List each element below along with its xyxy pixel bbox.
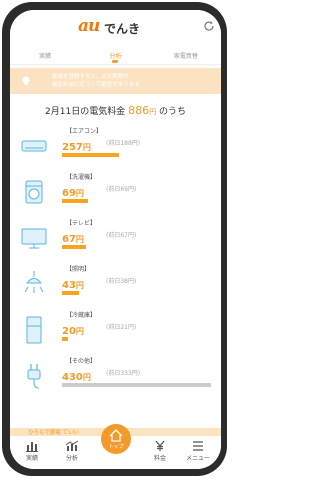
item-name: 【照明】: [66, 266, 91, 273]
au-denki-logo: au でんき: [78, 16, 153, 38]
nav-label: メニュー: [185, 455, 210, 462]
usage-bar: [62, 291, 79, 295]
usage-bar: [62, 245, 86, 249]
yen-icon: [155, 440, 165, 451]
tab-appliance-replace[interactable]: 家電買替: [151, 50, 221, 64]
nav-analysis[interactable]: 分析: [52, 440, 92, 462]
tab-actual[interactable]: 実績: [10, 50, 80, 64]
usage-bar: [62, 153, 119, 157]
bar-chart-icon: [26, 442, 38, 452]
electricity-summary: 2月11日の電気料金 886円 のうち: [10, 104, 221, 117]
item-price: 69円: [62, 188, 84, 199]
usage-bar-track: [62, 291, 212, 295]
item-previous-day: (前日188円): [106, 140, 141, 147]
menu-icon: [193, 441, 203, 451]
summary-amount: 886: [128, 104, 150, 117]
nav-label: トップ: [108, 444, 124, 450]
item-previous-day: (前日333円): [106, 370, 141, 377]
item-name: 【エアコン】: [66, 128, 103, 135]
nav-fee[interactable]: 料金: [140, 440, 180, 462]
item-name: 【テレビ】: [66, 220, 97, 227]
nav-label: 料金: [153, 455, 166, 462]
notice-text: 家電を登録すると、より実際の 電気料金に近づく可能性があります: [52, 74, 141, 88]
item-price: 43円: [62, 280, 84, 291]
nav-menu[interactable]: メニュー: [178, 440, 218, 462]
refresh-icon[interactable]: [203, 20, 215, 32]
washing-machine-icon: [25, 180, 43, 204]
lighting-icon: [24, 271, 44, 293]
appliance-item-fridge[interactable]: 【冷蔵庫】 20円 (前日21円): [10, 310, 221, 360]
summary-unit: 円: [149, 108, 157, 116]
nav-label: 実績: [25, 455, 38, 462]
item-price: 430円: [62, 372, 91, 383]
appliance-item-tv[interactable]: 【テレビ】 67円 (前日67円): [10, 218, 221, 268]
usage-bar: [62, 199, 88, 203]
usage-bar-track: [62, 199, 212, 203]
usage-bar: [62, 337, 68, 341]
item-previous-day: (前日67円): [106, 232, 137, 239]
analysis-icon: [65, 440, 79, 451]
usage-bar-track: [62, 383, 212, 387]
air-conditioner-icon: [21, 140, 47, 152]
active-tab-indicator: [112, 60, 118, 63]
item-price: 67円: [62, 234, 84, 245]
item-name: 【洗濯機】: [66, 174, 97, 181]
item-price: 257円: [62, 142, 91, 153]
usage-bar-track: [62, 153, 212, 157]
usage-bar-track: [62, 337, 212, 341]
phone-frame: au でんき 実績 分析 家電買替 家電を登録すると、より実際の 電気料金に近づ…: [2, 2, 227, 476]
app-screen: au でんき 実績 分析 家電買替 家電を登録すると、より実際の 電気料金に近づ…: [10, 10, 221, 469]
tip-banner-text: ひろもで節電 ていい: [28, 430, 80, 436]
register-appliance-notice[interactable]: 家電を登録すると、より実際の 電気料金に近づく可能性があります: [10, 68, 221, 94]
nav-actual[interactable]: 実績: [12, 440, 52, 462]
appliance-item-aircon[interactable]: 【エアコン】 257円 (前日188円): [10, 126, 221, 176]
nav-label: 分析: [65, 455, 78, 462]
plug-icon: [27, 364, 41, 389]
appliance-item-other[interactable]: 【その他】 430円 (前日333円): [10, 356, 221, 406]
usage-bar-track: [62, 245, 212, 249]
summary-suffix: のうち: [158, 107, 186, 117]
refrigerator-icon: [26, 316, 42, 344]
bottom-navigation: 実績 分析 トップ 料金 メニュー: [10, 424, 221, 469]
logo-text: でんき: [104, 22, 141, 36]
item-name: 【その他】: [66, 358, 97, 365]
usage-bar: [62, 383, 211, 387]
summary-prefix: 2月11日の電気料金: [45, 107, 126, 117]
item-previous-day: (前日21円): [106, 324, 137, 331]
item-previous-day: (前日69円): [106, 186, 137, 193]
tv-icon: [21, 228, 47, 249]
item-price: 20円: [62, 326, 84, 337]
appliance-item-washer[interactable]: 【洗濯機】 69円 (前日69円): [10, 172, 221, 222]
item-previous-day: (前日38円): [106, 278, 137, 285]
nav-top[interactable]: トップ: [101, 424, 131, 454]
home-icon: [109, 429, 123, 442]
app-header: au でんき: [10, 10, 221, 42]
logo-mark: au: [78, 16, 100, 36]
appliance-item-lighting[interactable]: 【照明】 43円 (前日38円): [10, 264, 221, 314]
lightbulb-icon: [22, 76, 30, 85]
item-name: 【冷蔵庫】: [66, 312, 97, 319]
